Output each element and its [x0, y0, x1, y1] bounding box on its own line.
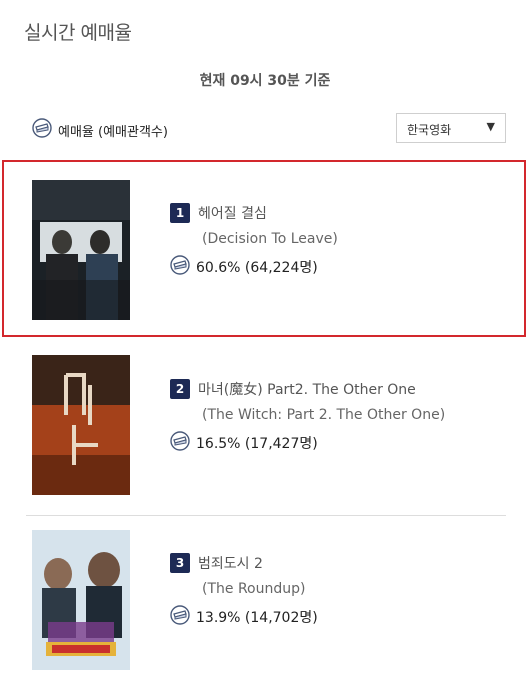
- page-title: 실시간 예매율: [24, 22, 132, 44]
- ticket-icon: [170, 430, 190, 455]
- rank-badge: 1: [170, 202, 190, 223]
- legend-label: 예매율 (예매관객수): [58, 124, 168, 140]
- movie-info-2: 2 마녀(魔女) Part2. The Other One (The Witch:…: [170, 378, 445, 455]
- rank-badge: 3: [170, 552, 190, 573]
- movie-title-en: (Decision To Leave): [202, 230, 338, 247]
- ticket-icon: [170, 254, 190, 279]
- legend: 예매율 (예매관객수): [32, 118, 168, 142]
- movie-title-en: (The Roundup): [202, 580, 306, 597]
- select-value: 한국영화: [407, 123, 452, 137]
- poster-the-witch-2[interactable]: [32, 355, 130, 495]
- chevron-down-icon: ▼: [486, 120, 495, 133]
- movie-info-1: 1 헤어질 결심 (Decision To Leave) 60.6% (64,22…: [170, 202, 338, 279]
- booking-rate-text: 13.9% (14,702명): [196, 609, 318, 626]
- poster-decision-to-leave[interactable]: [32, 180, 130, 320]
- movie-info-3: 3 범죄도시 2 (The Roundup) 13.9% (14,702명): [170, 552, 318, 629]
- movie-item-2[interactable]: 2 마녀(魔女) Part2. The Other One (The Witch:…: [0, 338, 530, 516]
- movie-title-en: (The Witch: Part 2. The Other One): [202, 406, 446, 423]
- rank-badge: 2: [170, 378, 190, 399]
- movie-item-3[interactable]: 3 범죄도시 2 (The Roundup) 13.9% (14,702명): [0, 516, 530, 685]
- booking-rate-text: 16.5% (17,427명): [196, 435, 318, 452]
- movie-item-1[interactable]: 1 헤어질 결심 (Decision To Leave) 60.6% (64,22…: [0, 160, 530, 338]
- movie-title-kr[interactable]: 마녀(魔女) Part2. The Other One: [198, 379, 416, 399]
- movie-category-select[interactable]: 한국영화 ▼: [396, 113, 506, 143]
- booking-rate: 13.9% (14,702명): [170, 604, 318, 629]
- booking-rate-text: 60.6% (64,224명): [196, 259, 318, 276]
- time-label: 현재 09시 30분 기준: [199, 73, 331, 89]
- poster-the-roundup[interactable]: [32, 530, 130, 670]
- booking-rate: 60.6% (64,224명): [170, 254, 338, 279]
- booking-rate: 16.5% (17,427명): [170, 430, 445, 455]
- movie-title-kr[interactable]: 헤어질 결심: [198, 203, 267, 223]
- movie-title-kr[interactable]: 범죄도시 2: [198, 553, 263, 573]
- ticket-icon: [32, 118, 52, 142]
- ticket-icon: [170, 604, 190, 629]
